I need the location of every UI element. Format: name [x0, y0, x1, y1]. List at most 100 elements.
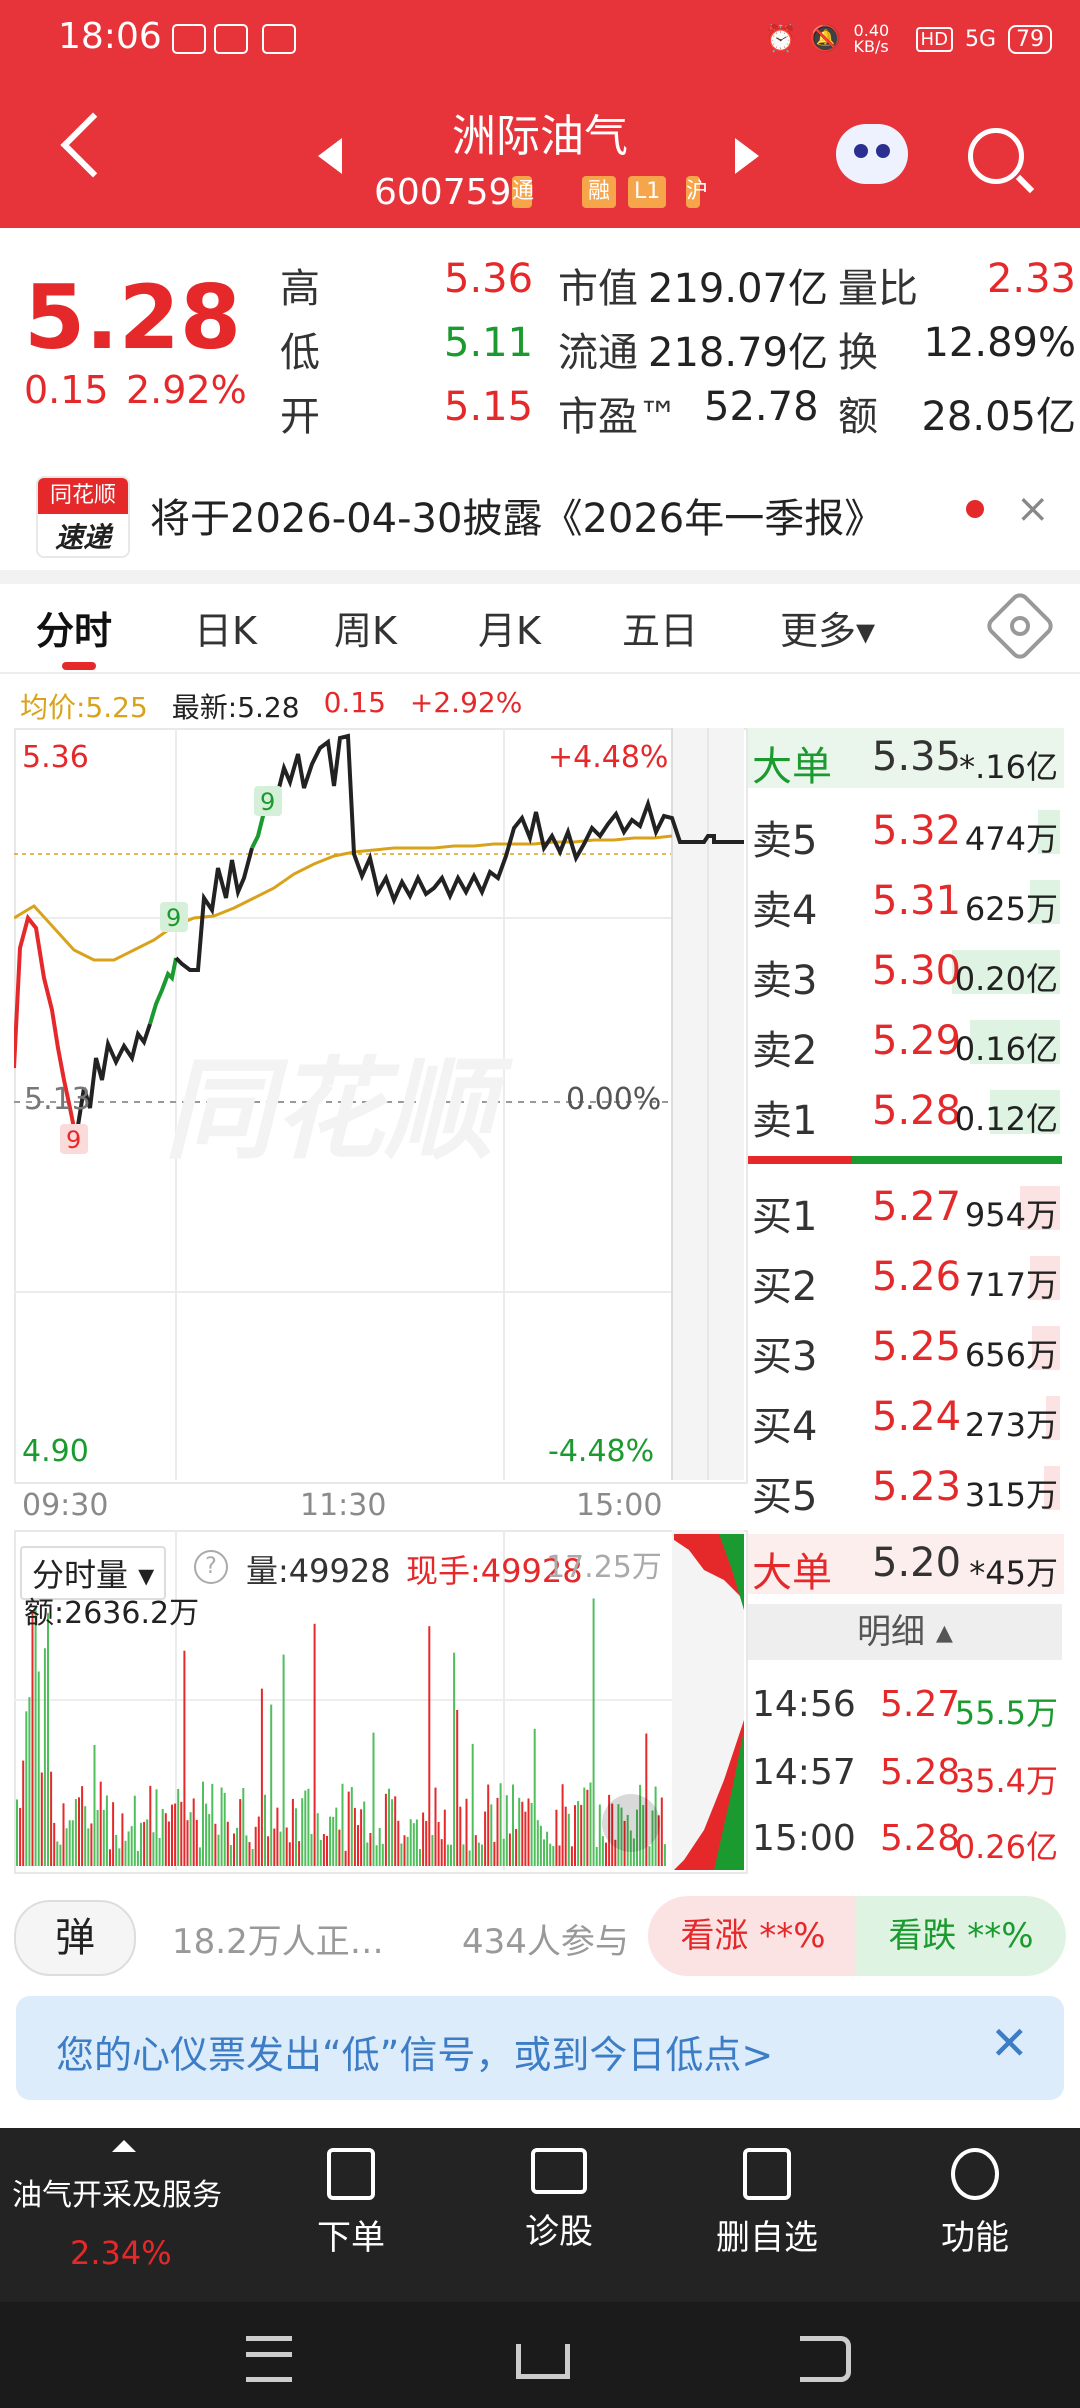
nav-function-button[interactable]: 功能: [900, 2148, 1050, 2259]
nav-remove-watchlist-button[interactable]: 删自选: [692, 2148, 842, 2259]
volume-bar: [595, 1846, 598, 1866]
volume-bar: [242, 1787, 245, 1866]
sell4-price: 5.31: [872, 878, 962, 924]
value-high: 5.36: [444, 256, 534, 302]
volume-bar: [428, 1626, 431, 1866]
value-turnover: 12.89%: [923, 320, 1076, 366]
back-nav-icon[interactable]: [800, 2336, 851, 2382]
volume-bar: [453, 1652, 456, 1866]
volume-bar: [105, 1795, 108, 1866]
label-amount: 额: [838, 394, 878, 440]
alarm-icon: ⏰: [764, 24, 798, 54]
toutiao-notification-icon-2: [262, 24, 296, 54]
sell1-vol: 0.12亿: [954, 1100, 1058, 1138]
volume-bar: [415, 1819, 418, 1866]
volume-bar: [149, 1785, 152, 1866]
mute-icon: 🔕: [809, 24, 842, 54]
buy-sell-ratio-red: [748, 1156, 852, 1164]
nav-diagnose-label: 诊股: [525, 2212, 593, 2252]
volume-bar: [273, 1828, 276, 1866]
volume-bar: [409, 1819, 412, 1866]
signal-text[interactable]: 您的心仪票发出“低”信号，或到今日低点>: [56, 2024, 773, 2079]
tab-five-day[interactable]: 五日: [622, 600, 698, 655]
nav-order-button[interactable]: 下单: [276, 2148, 426, 2259]
volume-bar: [663, 1844, 666, 1866]
volume-bar: [341, 1783, 344, 1866]
volume-bar: [648, 1846, 651, 1866]
volume-bar: [431, 1834, 434, 1866]
volume-bar: [143, 1821, 146, 1866]
buy4-vol: 273万: [964, 1406, 1058, 1444]
volume-bar: [127, 1831, 130, 1866]
volume-bar: [298, 1841, 301, 1866]
volume-bar: [490, 1804, 493, 1866]
volume-bar: [130, 1826, 133, 1866]
volume-bar: [310, 1833, 313, 1866]
axis-bottom-pct: -4.48%: [548, 1434, 655, 1469]
buy5-price: 5.23: [872, 1464, 962, 1510]
sector-name[interactable]: 油气开采及服务: [12, 2170, 222, 2214]
volume-bar: [450, 1844, 452, 1866]
tab-divider: [0, 672, 1080, 674]
volume-bar: [481, 1844, 483, 1866]
settings-icon[interactable]: [983, 589, 1057, 663]
volume-bar: [226, 1821, 229, 1866]
volume-bar: [96, 1809, 99, 1866]
price-change-pct: 2.92%: [126, 368, 247, 412]
home-icon[interactable]: [516, 2344, 570, 2379]
volume-bar: [443, 1809, 446, 1866]
prev-stock-icon[interactable]: [318, 138, 342, 174]
vote-up-button[interactable]: 看涨 **%: [648, 1896, 858, 1976]
volume-bar: [397, 1820, 400, 1866]
tick2-time: 14:57: [752, 1752, 856, 1793]
volume-bar: [50, 1771, 53, 1866]
volume-bar: [521, 1801, 524, 1866]
tab-weekly-k[interactable]: 周K: [334, 600, 397, 655]
volume-bar: [214, 1823, 217, 1866]
volume-bar: [468, 1850, 471, 1866]
nav-diagnose-button[interactable]: 诊股: [484, 2148, 634, 2253]
tab-monthly-k[interactable]: 月K: [478, 600, 541, 655]
notice-text[interactable]: 将于2026-04-30披露《2026年一季报》: [150, 486, 884, 544]
robot-assistant-icon[interactable]: [836, 124, 908, 184]
volume-bar: [353, 1807, 356, 1866]
logo-top-text: 同花顺: [38, 478, 128, 514]
menu-icon[interactable]: [246, 2336, 292, 2382]
unread-dot-icon: [966, 500, 984, 518]
time-mid: 11:30: [300, 1488, 387, 1523]
detail-toggle-button[interactable]: 明细 ▴: [748, 1604, 1062, 1660]
buy2-label: 买2: [752, 1264, 818, 1310]
buy3-vol: 656万: [964, 1336, 1058, 1374]
volume-bar: [592, 1598, 595, 1866]
next-stock-icon[interactable]: [735, 138, 759, 174]
tab-intraday[interactable]: 分时: [36, 600, 112, 655]
search-icon[interactable]: [968, 128, 1024, 184]
sell4-vol: 625万: [964, 890, 1058, 928]
volume-bar: [332, 1816, 335, 1866]
help-icon[interactable]: ?: [194, 1550, 228, 1584]
label-float: 流通: [558, 330, 638, 376]
signal-close-button[interactable]: ✕: [990, 2016, 1029, 2070]
volume-bar: [158, 1837, 161, 1866]
vote-down-button[interactable]: 看跌 **%: [856, 1896, 1066, 1976]
volume-bar: [530, 1802, 533, 1866]
volume-bar: [555, 1809, 558, 1866]
volume-bar: [220, 1787, 223, 1866]
nav-order-label: 下单: [317, 2218, 385, 2258]
volume-bar: [574, 1805, 576, 1866]
volume-bar: [536, 1820, 539, 1866]
notice-close-button[interactable]: ×: [1016, 486, 1050, 532]
danmu-toggle-button[interactable]: 弹: [14, 1900, 136, 1976]
tab-more[interactable]: 更多▾: [780, 600, 875, 655]
tab-daily-k[interactable]: 日K: [194, 600, 257, 655]
volume-bar: [140, 1822, 142, 1866]
volume-bar: [400, 1843, 403, 1866]
fullscreen-icon[interactable]: [602, 1794, 660, 1852]
marker-red: 9: [66, 1126, 81, 1154]
volume-bar: [217, 1834, 220, 1866]
volume-bar: [62, 1803, 65, 1866]
volume-bar: [378, 1827, 381, 1866]
sector-expand-icon[interactable]: [112, 2140, 136, 2152]
buy4-price: 5.24: [872, 1394, 962, 1440]
value-low: 5.11: [444, 320, 534, 366]
